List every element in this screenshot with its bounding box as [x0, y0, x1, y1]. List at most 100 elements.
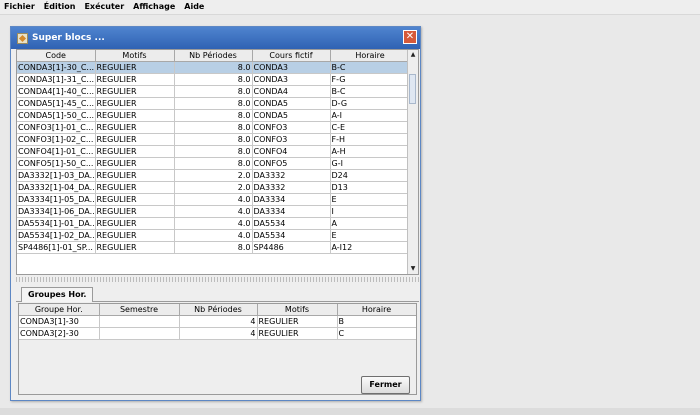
table-cell: CONDA3 [252, 61, 331, 74]
table-cell: DA5534[1]-02_DA... [17, 229, 96, 242]
table-cell: 8.0 [174, 145, 253, 158]
table-cell: F-G [330, 73, 411, 86]
table-cell: DA3332 [252, 169, 331, 182]
menu-executer[interactable]: Exécuter [80, 0, 129, 14]
table-row[interactable]: CONDA5[1]-45_C... REGULIER 8.0 CONDA5 D-G [17, 97, 411, 110]
table-cell: REGULIER [95, 181, 175, 194]
table-cell: CONDA5[1]-45_C... [17, 97, 96, 110]
table-cell: 4 [179, 327, 258, 340]
close-icon[interactable]: ✕ [403, 30, 417, 44]
table-cell: DA3332[1]-04_DA... [17, 181, 96, 194]
table-cell: DA3334 [252, 193, 331, 206]
super-blocs-table[interactable]: Code Motifs Nb Périodes Cours fictif Horaire… [16, 49, 419, 275]
groupes-hor-table[interactable]: Groupe Hor. Semestre Nb Périodes Motifs Hora… [18, 303, 417, 395]
column-header[interactable]: Motifs [257, 304, 338, 316]
table-cell: A-H [330, 145, 411, 158]
menu-fichier[interactable]: Fichier [0, 0, 40, 14]
column-header[interactable]: Cours fictif [252, 50, 331, 62]
table-cell: A [330, 217, 411, 230]
menu-fichier-label: Fichier [4, 2, 35, 11]
fermer-button[interactable]: Fermer [361, 376, 410, 394]
table-cell: REGULIER [95, 109, 175, 122]
table-cell: D24 [330, 169, 411, 182]
table-cell: F-H [330, 133, 411, 146]
table-cell: B [337, 315, 416, 328]
table-cell: CONDA5 [252, 109, 331, 122]
table-cell: D13 [330, 181, 411, 194]
table-cell: CONDA3 [252, 73, 331, 86]
table-cell: REGULIER [95, 73, 175, 86]
table-row[interactable]: CONDA3[1]-30_C... REGULIER 8.0 CONDA3 B-C [17, 61, 411, 74]
table-cell: 4.0 [174, 229, 253, 242]
table-cell: REGULIER [95, 97, 175, 110]
table-cell: REGULIER [95, 229, 175, 242]
column-header[interactable]: Groupe Hor. [19, 304, 100, 316]
table-cell: C [337, 327, 416, 340]
scroll-thumb[interactable] [409, 74, 416, 104]
table-row[interactable]: DA3334[1]-06_DA... REGULIER 4.0 DA3334 I [17, 205, 411, 218]
menu-affichage[interactable]: Affichage [129, 0, 180, 14]
table-row[interactable]: CONFO3[1]-02_C... REGULIER 8.0 CONFO3 F-H [17, 133, 411, 146]
table-cell: CONFO5[1]-50_C... [17, 157, 96, 170]
table-row[interactable]: DA3332[1]-04_DA... REGULIER 2.0 DA3332 D13 [17, 181, 411, 194]
table-row[interactable]: CONDA3[1]-31_C... REGULIER 8.0 CONDA3 F-G [17, 73, 411, 86]
table-cell: DA3334 [252, 205, 331, 218]
table-cell: 4.0 [174, 217, 253, 230]
table-row[interactable]: CONDA5[1]-50_C... REGULIER 8.0 CONDA5 A-I [17, 109, 411, 122]
menu-edition[interactable]: Édition [40, 0, 81, 14]
table-cell: E [330, 229, 411, 242]
table-cell: DA5534[1]-01_DA... [17, 217, 96, 230]
table-cell: REGULIER [95, 121, 175, 134]
table-row[interactable]: DA3332[1]-03_DA... REGULIER 2.0 DA3332 D24 [17, 169, 411, 182]
column-header[interactable]: Motifs [95, 50, 175, 62]
table-cell [99, 315, 180, 328]
table-row[interactable]: SP4486[1]-01_SP... REGULIER 8.0 SP4486 A-I12 [17, 241, 411, 254]
table-cell: REGULIER [257, 315, 338, 328]
table-cell: CONDA4[1]-40_C... [17, 85, 96, 98]
split-pane-divider[interactable] [16, 277, 419, 282]
table-row[interactable]: CONFO3[1]-01_C... REGULIER 8.0 CONFO3 C-E [17, 121, 411, 134]
tab-groupes-hor[interactable]: Groupes Hor. [21, 287, 94, 302]
group-row[interactable]: CONDA3[2]-30 4 REGULIER C [19, 327, 416, 340]
table-row[interactable]: DA3334[1]-05_DA... REGULIER 4.0 DA3334 E [17, 193, 411, 206]
table-row[interactable]: CONDA4[1]-40_C... REGULIER 8.0 CONDA4 B-C [17, 85, 411, 98]
dialog-title-bar[interactable]: Super blocs ... ✕ [11, 27, 420, 49]
column-header[interactable]: Nb Périodes [174, 50, 253, 62]
table-row[interactable]: CONFO4[1]-01_C... REGULIER 8.0 CONFO4 A-H [17, 145, 411, 158]
table-row[interactable]: DA5534[1]-02_DA... REGULIER 4.0 DA5534 E [17, 229, 411, 242]
table-cell: DA3332[1]-03_DA... [17, 169, 96, 182]
column-header[interactable]: Code [17, 50, 96, 62]
table-cell: REGULIER [95, 205, 175, 218]
table-cell: D-G [330, 97, 411, 110]
table-cell: SP4486 [252, 241, 331, 254]
bottom-border [0, 408, 700, 415]
vertical-scrollbar[interactable]: ▲ ▼ [407, 50, 418, 274]
menu-edition-label: Édition [43, 2, 76, 11]
menu-bar: Fichier Édition Exécuter Affichage Aide [0, 0, 700, 15]
group-row[interactable]: CONDA3[1]-30 4 REGULIER B [19, 315, 416, 328]
table-cell: 4.0 [174, 193, 253, 206]
table-header-row: Code Motifs Nb Périodes Cours fictif Horaire [17, 50, 411, 62]
table-row[interactable]: CONFO5[1]-50_C... REGULIER 8.0 CONFO5 G-I [17, 157, 411, 170]
column-header[interactable]: Semestre [99, 304, 180, 316]
table-cell: REGULIER [95, 169, 175, 182]
menu-aide[interactable]: Aide [180, 0, 209, 14]
column-header[interactable]: Horaire [337, 304, 416, 316]
table-row[interactable]: DA5534[1]-01_DA... REGULIER 4.0 DA5534 A [17, 217, 411, 230]
column-header[interactable]: Horaire [330, 50, 411, 62]
table-cell: A-I12 [330, 241, 411, 254]
table-cell: 8.0 [174, 73, 253, 86]
table-cell: 8.0 [174, 85, 253, 98]
table-cell: 8.0 [174, 241, 253, 254]
table-cell: 4 [179, 315, 258, 328]
table-cell: 2.0 [174, 169, 253, 182]
column-header[interactable]: Nb Périodes [179, 304, 258, 316]
scroll-down-icon[interactable]: ▼ [408, 264, 418, 274]
scroll-up-icon[interactable]: ▲ [408, 50, 418, 60]
table-cell: CONDA3[1]-31_C... [17, 73, 96, 86]
table-cell: E [330, 193, 411, 206]
table-cell: REGULIER [95, 61, 175, 74]
table-cell: REGULIER [95, 217, 175, 230]
table-cell: REGULIER [95, 157, 175, 170]
table-cell: CONFO3 [252, 133, 331, 146]
